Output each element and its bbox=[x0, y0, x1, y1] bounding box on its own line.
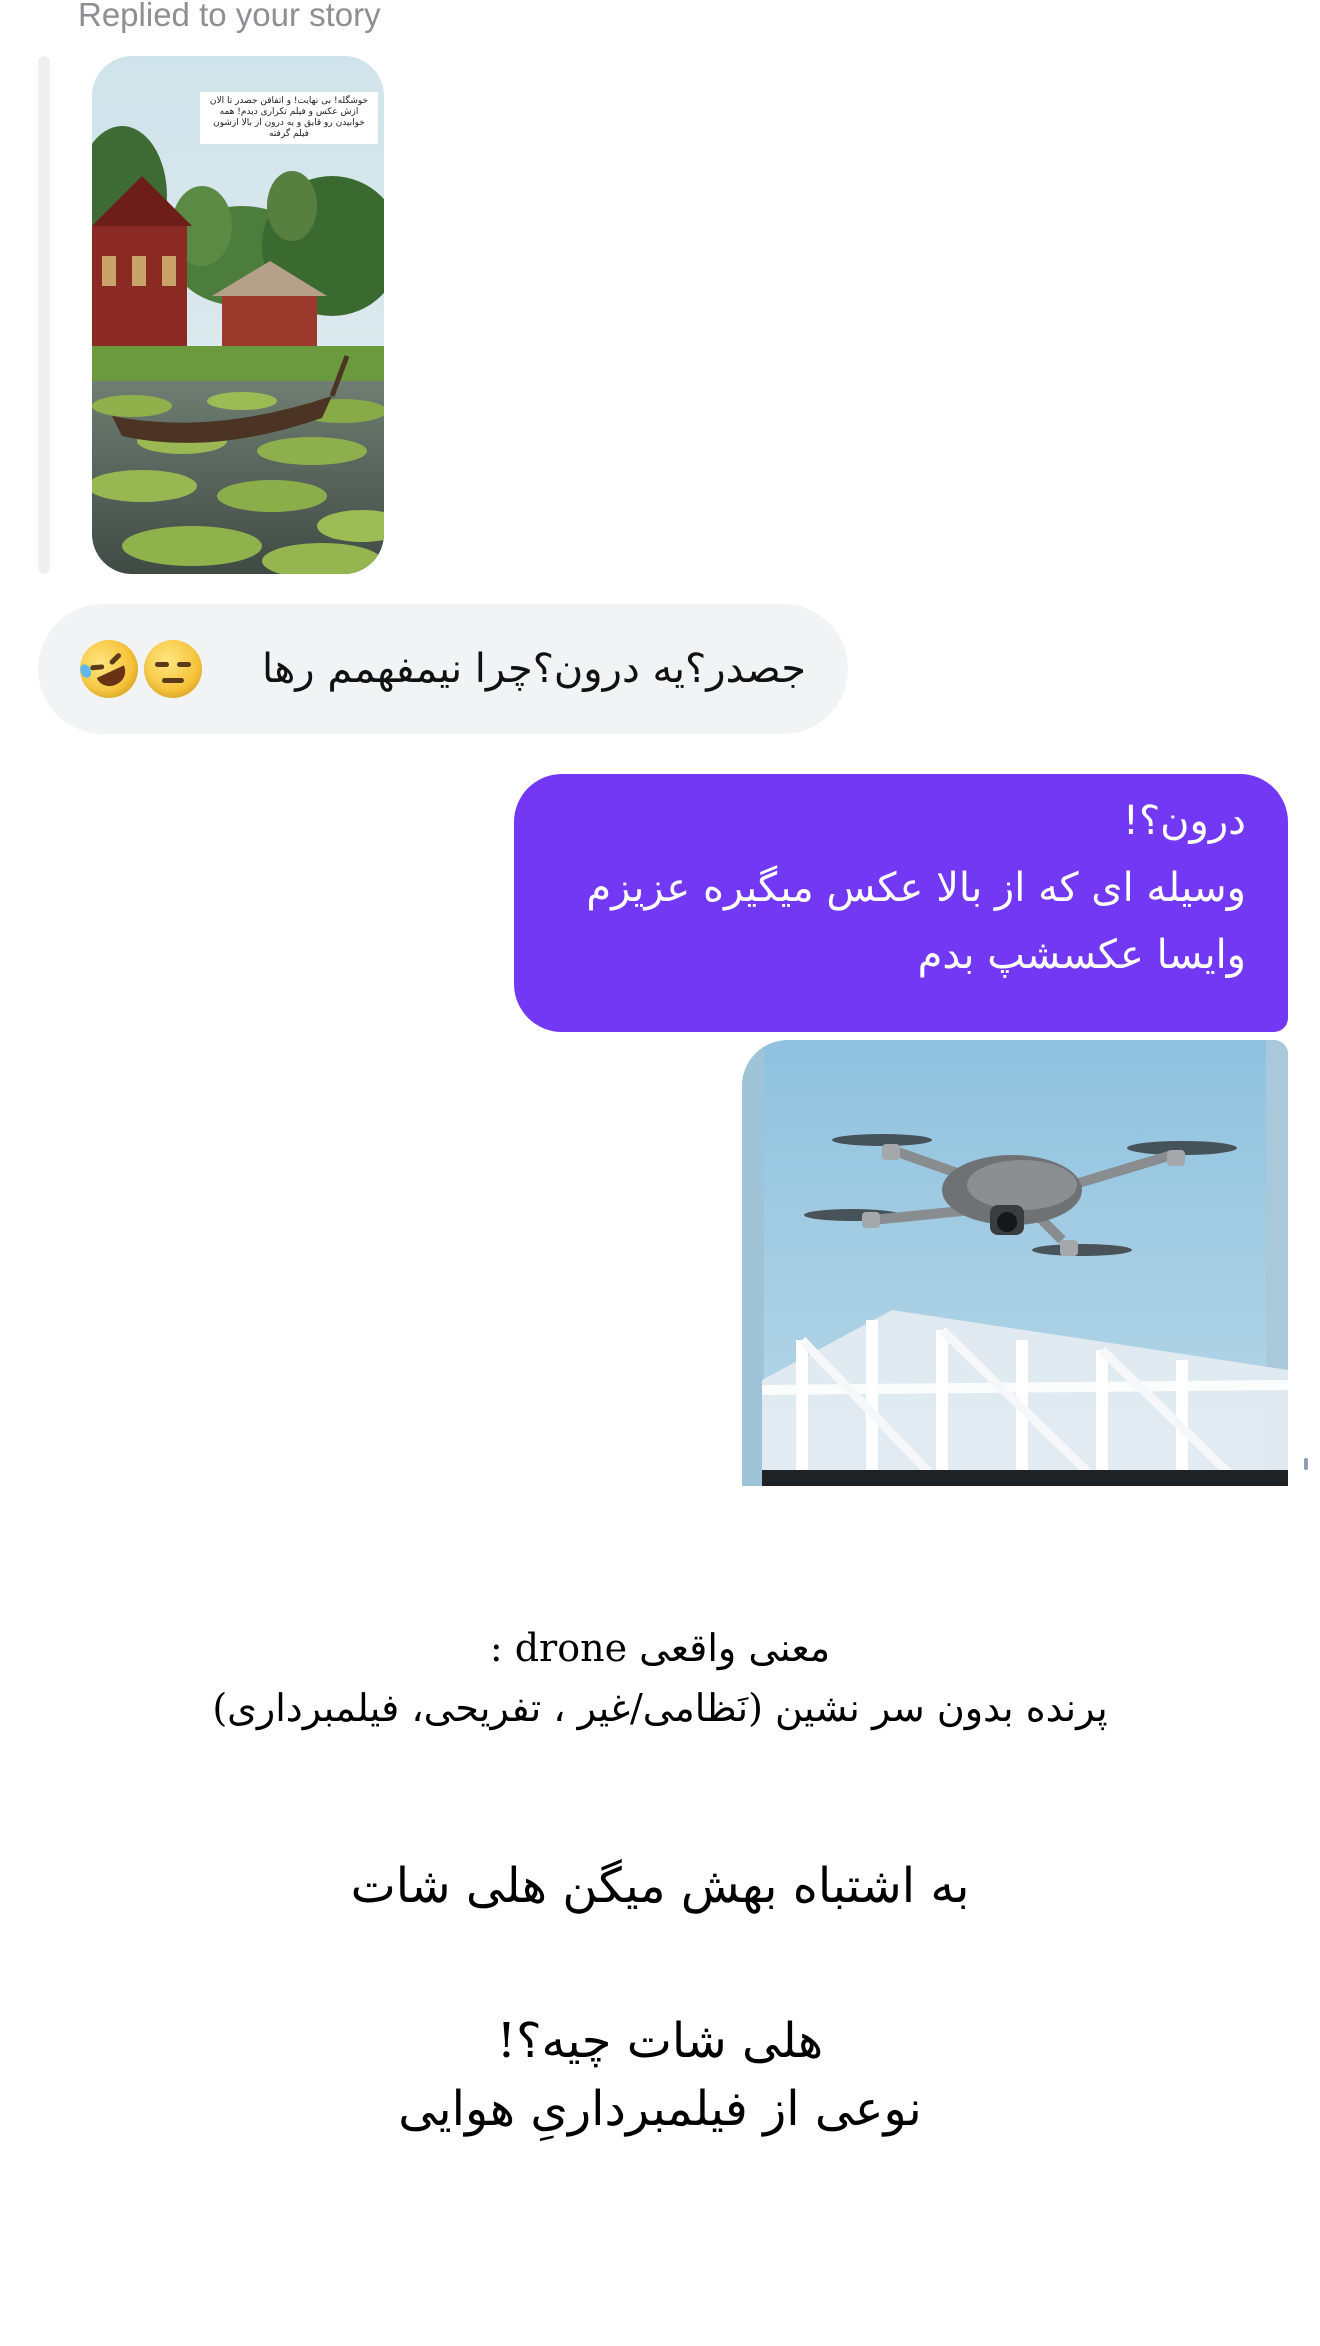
scroll-indicator bbox=[1304, 1458, 1308, 1470]
outgoing-message-bubble[interactable]: درون؟! وسیله ای که از بالا عکس میگیره عز… bbox=[514, 774, 1288, 1032]
replied-to-story-label: Replied to your story bbox=[78, 0, 381, 33]
caption-line-3: به اشتباه بهش میگن هلی شات bbox=[350, 1858, 970, 1914]
drone-photo-message[interactable] bbox=[742, 1040, 1288, 1486]
incoming-message-bubble[interactable]: جصدر؟یه درون؟چرا نیمفهمم رها bbox=[38, 604, 848, 734]
caption-line-1: معنی واقعی drone : bbox=[489, 1626, 831, 1670]
story-caption-text: خوشگله! بی نهایت! و اتفاقن جصدر تا الان … bbox=[200, 92, 378, 144]
drone-image bbox=[742, 1040, 1288, 1486]
outgoing-message-line: وسیله ای که از بالا عکس میگیره عزیزم bbox=[586, 865, 1246, 911]
rolling-on-the-floor-laughing-icon bbox=[70, 630, 148, 708]
outgoing-message-line: درون؟! bbox=[1122, 798, 1246, 844]
caption-line-2: پرنده بدون سر نشین (نَظامی/غیر ، تفریحی،… bbox=[212, 1686, 1108, 1730]
expressionless-face-icon bbox=[144, 640, 202, 698]
caption-line-5: نوعی از فیلمبرداریِ هوایی bbox=[398, 2081, 922, 2137]
incoming-message-text: جصدر؟یه درون؟چرا نیمفهمم رها bbox=[262, 646, 806, 692]
caption-line-4: هلی شات چیه؟! bbox=[496, 2013, 824, 2069]
story-thumbnail[interactable]: خوشگله! بی نهایت! و اتفاقن جصدر تا الان … bbox=[92, 56, 384, 574]
incoming-emoji-group bbox=[70, 630, 202, 708]
outgoing-message-line: وایسا عکسشپ بدم bbox=[917, 932, 1246, 978]
reply-quote-bar bbox=[38, 56, 50, 574]
